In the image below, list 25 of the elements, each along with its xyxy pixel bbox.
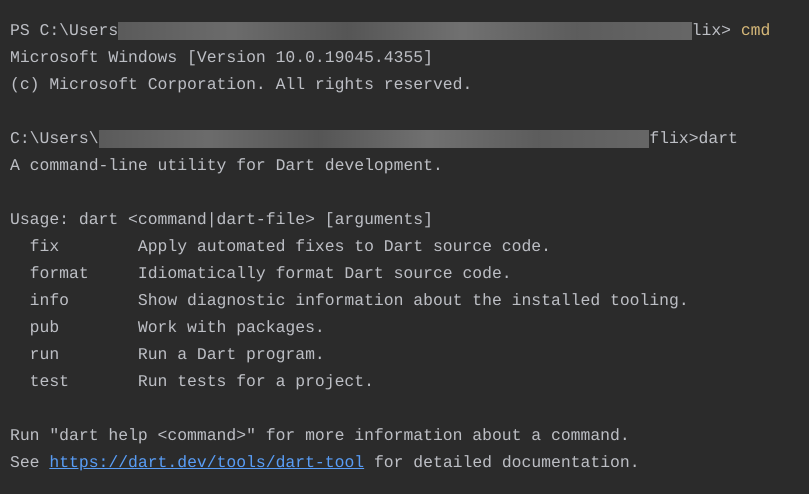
documentation-link[interactable]: https://dart.dev/tools/dart-tool [49, 453, 364, 472]
command-text: dart [698, 128, 738, 150]
prompt-path: lix> [692, 20, 732, 42]
prompt-path: flix> [649, 128, 699, 150]
output-text: See https://dart.dev/tools/dart-tool for detailed documentation. [10, 452, 640, 474]
output-text: Usage: dart <command|dart-file> [arguments] [10, 209, 433, 231]
command-description: Run tests for a project. [138, 371, 374, 393]
output-text: (c) Microsoft Corporation. All rights reserved. [10, 74, 472, 96]
command-name: fix [28, 236, 60, 258]
command-description: Apply automated fixes to Dart source code. [138, 236, 551, 258]
prompt-path: C:\Users\ [10, 128, 99, 150]
prompt-path: PS C:\Users [10, 20, 118, 42]
command-name: format [28, 263, 90, 285]
command-text: cmd [740, 20, 770, 42]
command-description: Show diagnostic information about the installed tooling. [138, 290, 689, 312]
output-text: A command-line utility for Dart development. [10, 155, 443, 177]
command-description: Run a Dart program. [138, 344, 325, 366]
command-description: Work with packages. [138, 317, 325, 339]
command-name: pub [28, 317, 60, 339]
command-description: Idiomatically format Dart source code. [138, 263, 512, 285]
output-text: Microsoft Windows [Version 10.0.19045.4355] [10, 47, 433, 69]
command-name: run [28, 344, 60, 366]
command-name: info [28, 290, 70, 312]
output-text: Run "dart help <command>" for more information about a command. [10, 425, 630, 447]
command-name: test [28, 371, 70, 393]
